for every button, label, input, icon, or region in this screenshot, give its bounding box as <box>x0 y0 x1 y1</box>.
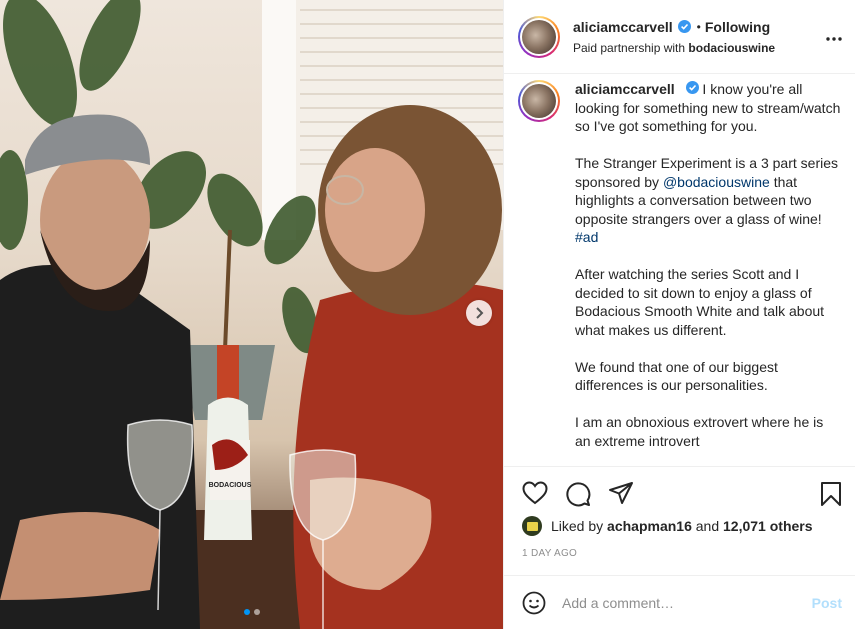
post-actions: Liked by achapman16 and 12,071 others 1 … <box>504 466 855 629</box>
partner-link[interactable]: bodaciouswine <box>688 41 775 55</box>
caption-text: aliciamccarvell I know you're all lookin… <box>575 80 842 466</box>
save-button[interactable] <box>820 481 842 507</box>
caption-paragraph-3: After watching the series Scott and I de… <box>575 266 825 338</box>
likes-and: and <box>695 518 720 534</box>
carousel-dot <box>253 609 260 615</box>
share-button[interactable] <box>608 481 634 507</box>
partnership-prefix: Paid partnership with <box>573 40 686 55</box>
comment-icon <box>566 482 591 507</box>
post-timestamp[interactable]: 1 DAY AGO <box>522 548 577 559</box>
hashtag-link[interactable]: #ad <box>575 229 598 245</box>
comment-bar: Post <box>504 575 855 629</box>
bottle-label: BODACIOUS <box>209 482 252 489</box>
separator-bullet: • <box>696 19 701 34</box>
caption-avatar[interactable] <box>518 80 560 122</box>
liker-avatar[interactable] <box>522 516 542 536</box>
verified-icon <box>685 81 699 94</box>
like-button[interactable] <box>522 481 548 507</box>
photo-illustration: BODACIOUS <box>0 0 503 629</box>
verified-icon <box>677 20 691 33</box>
bookmark-icon <box>821 482 841 506</box>
paid-partnership-label: Paid partnership with bodaciouswine <box>573 41 855 55</box>
likes-summary: Liked by achapman16 and 12,071 others <box>522 516 813 536</box>
likes-prefix: Liked by <box>551 518 604 534</box>
post-photo[interactable]: BODACIOUS <box>0 0 503 629</box>
post-sidebar: aliciamccarvell • Following Paid partner… <box>503 0 855 629</box>
comment-button[interactable] <box>565 481 591 507</box>
comment-input[interactable] <box>562 595 812 611</box>
emoji-icon <box>522 591 546 615</box>
caption-username[interactable]: aliciamccarvell <box>575 81 675 97</box>
following-button[interactable]: Following <box>705 19 770 35</box>
carousel-dot-active <box>243 609 250 615</box>
liker-username[interactable]: achapman16 <box>607 518 692 534</box>
carousel-indicator <box>0 609 503 615</box>
caption-section: aliciamccarvell I know you're all lookin… <box>504 74 855 466</box>
caption-paragraph-5: I am an obnoxious extrovert where he is … <box>575 414 824 449</box>
heart-icon <box>522 481 548 505</box>
likes-count-link[interactable]: 12,071 others <box>723 518 813 534</box>
post-comment-button[interactable]: Post <box>812 595 842 611</box>
emoji-button[interactable] <box>522 591 546 615</box>
header-username[interactable]: aliciamccarvell <box>573 19 673 35</box>
chevron-right-icon <box>476 307 484 319</box>
share-icon <box>609 482 633 504</box>
mention-link[interactable]: @bodaciouswine <box>663 174 770 190</box>
avatar[interactable] <box>518 15 560 58</box>
post-header: aliciamccarvell • Following Paid partner… <box>504 0 855 74</box>
more-options-button[interactable] <box>826 28 842 46</box>
carousel-next-button[interactable] <box>466 300 492 326</box>
more-icon <box>826 37 842 41</box>
caption-paragraph-4: We found that one of our biggest differe… <box>575 358 778 394</box>
